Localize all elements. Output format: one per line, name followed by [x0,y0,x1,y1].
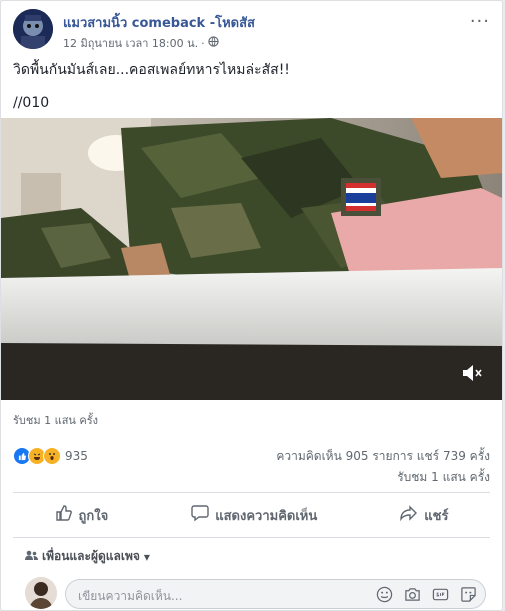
view-count: รับชม 1 แสน ครั้ง [397,470,490,484]
page-avatar[interactable] [13,9,53,49]
speaker-muted-icon[interactable] [462,364,484,386]
divider [13,537,490,538]
wow-icon [43,447,61,465]
share-label: แชร์ [424,508,449,524]
comment-placeholder: เขียนความคิดเห็น... [78,589,183,603]
share-button[interactable]: แชร์ [400,504,448,526]
people-icon [25,550,38,564]
view-count: รับชม 1 แสน ครั้ง [13,414,99,427]
audience-label: เพื่อนและผู้ดูแลเพจ [42,549,140,563]
reaction-icons[interactable]: 935 [13,447,88,465]
post-text-line: วิดพื้นกันมันส์เลย...คอสเพลย์ทหารไหมล่ะส… [13,62,290,78]
like-label: ถูกใจ [78,508,109,524]
post-timestamp[interactable]: 12 มิถุนายน เวลา 18:00 น. [63,34,198,52]
post-meta: 12 มิถุนายน เวลา 18:00 น. · [63,34,219,52]
post-text-line: //010 [13,95,50,111]
comment-bubble-icon [191,504,209,526]
emoji-icon[interactable] [375,585,393,603]
reaction-summary: 935 ความคิดเห็น 905 รายการ แชร์ 739 ครั้… [13,447,490,467]
more-options-button[interactable]: ··· [470,11,490,32]
page-name-link[interactable]: แมวสามนิ้ว comeback -โหดสัส [63,12,255,33]
user-avatar[interactable] [25,577,57,609]
post-card: แมวสามนิ้ว comeback -โหดสัส 12 มิถุนายน … [0,0,503,611]
reaction-count: 935 [65,449,88,463]
like-button[interactable]: ถูกใจ [55,504,109,526]
composer-tools [375,585,477,603]
chevron-down-icon: ▾ [143,549,150,564]
camera-icon[interactable] [403,585,421,603]
action-bar: ถูกใจ แสดงความคิดเห็น แชร์ [13,499,490,531]
post-header: แมวสามนิ้ว comeback -โหดสัส 12 มิถุนายน … [13,9,490,53]
comment-audience-selector[interactable]: เพื่อนและผู้ดูแลเพจ ▾ [25,547,150,566]
globe-icon [207,36,219,50]
share-arrow-icon [400,504,418,526]
meta-separator: · [201,36,205,50]
comments-shares-link[interactable]: ความคิดเห็น 905 รายการ แชร์ 739 ครั้ง [276,447,490,466]
comment-composer: เขียนความคิดเห็น... [25,576,490,610]
sticker-icon[interactable] [459,585,477,603]
comment-label: แสดงความคิดเห็น [215,508,318,524]
divider [13,492,490,493]
gif-icon[interactable] [431,585,449,603]
video-player[interactable] [1,118,502,400]
thumbs-up-icon [55,504,73,526]
comment-input[interactable]: เขียนความคิดเห็น... [65,579,486,609]
comment-button[interactable]: แสดงความคิดเห็น [191,504,317,526]
